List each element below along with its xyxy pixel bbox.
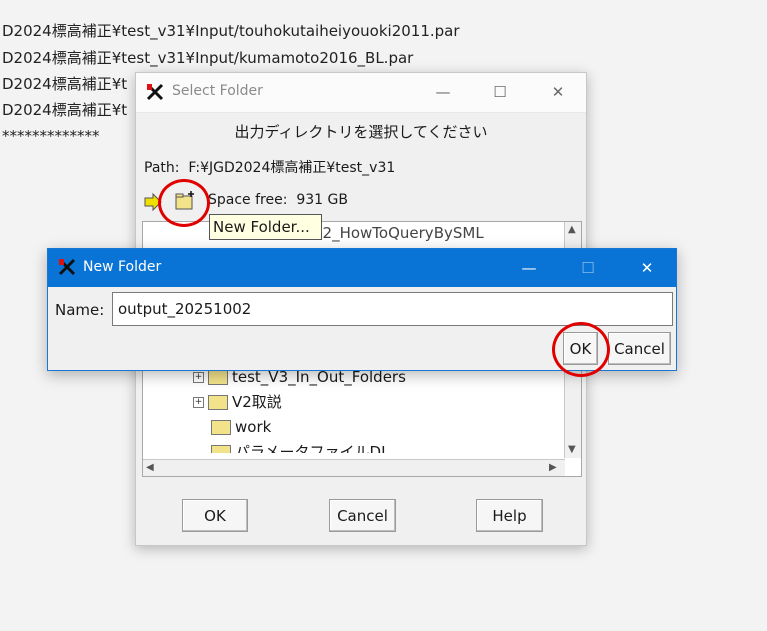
- tree-item-label: V2取説: [232, 393, 282, 411]
- name-label: Name:: [55, 301, 105, 319]
- scroll-down-icon[interactable]: ▼: [568, 444, 576, 455]
- scroll-left-icon[interactable]: ◀: [146, 462, 154, 473]
- go-up-arrow-icon[interactable]: [142, 191, 164, 213]
- path-value: F:¥JGD2024標高補正¥test_v31: [188, 160, 396, 176]
- dialog-title: New Folder: [83, 259, 162, 275]
- dialog-heading: 出力ディレクトリを選択してください: [234, 123, 488, 141]
- tree-item-label: パラメータファイルDL: [235, 443, 390, 453]
- close-button[interactable]: ✕: [543, 79, 573, 105]
- scroll-up-icon[interactable]: ▲: [568, 224, 576, 235]
- console-line: D2024標高補正¥t: [2, 75, 128, 93]
- maximize-button[interactable]: ☐: [485, 79, 515, 105]
- tree-item[interactable]: + V2取説: [193, 391, 282, 413]
- space-free-label: Space free:: [208, 192, 288, 208]
- console-line: D2024標高補正¥test_v31¥Input/touhokutaiheiyo…: [2, 22, 460, 40]
- folder-icon: [211, 445, 231, 453]
- close-button[interactable]: ✕: [632, 255, 662, 281]
- space-free-value: 931 GB: [296, 192, 348, 208]
- space-free: Space free: 931 GB: [208, 192, 348, 208]
- help-button[interactable]: Help: [476, 499, 543, 532]
- ok-button[interactable]: OK: [182, 499, 248, 532]
- minimize-button[interactable]: —: [428, 79, 458, 105]
- tree-item-label: work: [235, 418, 272, 436]
- console-line: D2024標高補正¥t: [2, 101, 128, 119]
- dialog-title: Select Folder: [172, 83, 263, 99]
- cancel-button[interactable]: Cancel: [608, 332, 671, 365]
- expand-icon[interactable]: +: [193, 397, 204, 408]
- new-folder-titlebar[interactable]: New Folder — ☐ ✕: [48, 249, 676, 287]
- folder-name-input[interactable]: output_20251002: [112, 292, 673, 326]
- tree-item[interactable]: 12_HowToQueryBySML: [313, 222, 484, 244]
- path-display: Path: F:¥JGD2024標高補正¥test_v31: [144, 157, 395, 177]
- folder-icon: [208, 395, 228, 410]
- select-folder-titlebar[interactable]: Select Folder — ☐ ✕: [136, 73, 586, 113]
- console-line: D2024標高補正¥test_v31¥Input/kumamoto2016_BL…: [2, 49, 414, 67]
- cancel-button[interactable]: Cancel: [329, 499, 396, 532]
- new-folder-icon[interactable]: [174, 190, 196, 212]
- folder-icon: [208, 370, 228, 385]
- tree-item[interactable]: work: [211, 416, 271, 438]
- tree-item[interactable]: パラメータファイルDL: [211, 441, 389, 453]
- horizontal-scrollbar[interactable]: ◀ ▶: [143, 459, 565, 476]
- minimize-button[interactable]: —: [514, 255, 544, 281]
- new-folder-dialog: New Folder — ☐ ✕ Name: output_20251002 O…: [47, 248, 677, 371]
- console-line: *************: [2, 127, 100, 145]
- app-icon: [146, 83, 164, 101]
- folder-icon: [211, 420, 231, 435]
- tree-item-label: 12_HowToQueryBySML: [313, 224, 484, 242]
- new-folder-tooltip: New Folder...: [209, 214, 322, 240]
- app-icon: [58, 258, 76, 276]
- scroll-right-icon[interactable]: ▶: [549, 462, 557, 473]
- path-label: Path:: [144, 160, 180, 176]
- expand-icon[interactable]: +: [193, 372, 204, 383]
- maximize-button: ☐: [581, 259, 595, 277]
- ok-button[interactable]: OK: [563, 332, 598, 365]
